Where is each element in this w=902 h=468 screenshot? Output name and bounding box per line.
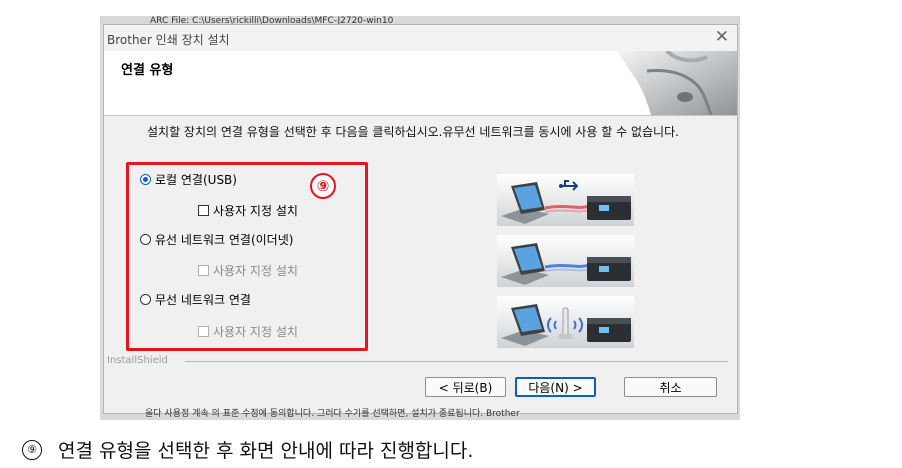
cancel-button[interactable]: 취소 (624, 377, 717, 397)
close-icon[interactable]: ✕ (715, 28, 729, 46)
brother-face-art-icon (617, 51, 737, 115)
wireless-connection-illustration (497, 296, 634, 348)
footer-divider (185, 361, 728, 362)
wired-connection-illustration (497, 235, 634, 287)
dialog-header: 연결 유형 (104, 51, 737, 116)
back-button[interactable]: < 뒤로(B) (425, 377, 506, 397)
background-window-bottom-text: 을다 사용정 계속 의 표준 수정에 동의합니다. 그러다 수기를 선택하면, … (145, 409, 520, 419)
usb-connection-illustration (497, 174, 634, 226)
window-title: Brother 인쇄 장치 설치 (107, 33, 230, 47)
page-title: 연결 유형 (121, 63, 174, 78)
instruction-text: 설치할 장치의 연결 유형을 선택한 후 다음을 클릭하십시오.유무선 네트워크… (147, 125, 679, 139)
caption-text: 연결 유형을 선택한 후 화면 안내에 따라 진행합니다. (58, 440, 474, 462)
step-caption: ⑨ 연결 유형을 선택한 후 화면 안내에 따라 진행합니다. (22, 436, 473, 463)
step-badge: ⑨ (310, 173, 336, 199)
installshield-label: InstallShield (107, 355, 168, 366)
next-button[interactable]: 다음(N) > (515, 377, 596, 397)
caption-step-number: ⑨ (22, 439, 42, 460)
title-bar: Brother 인쇄 장치 설치 ✕ (104, 25, 737, 51)
